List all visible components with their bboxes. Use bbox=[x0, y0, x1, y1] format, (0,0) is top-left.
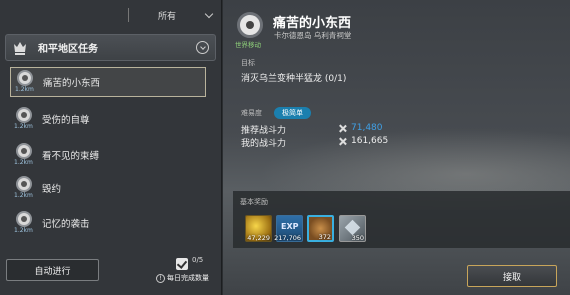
quest-list-panel: 所有 和平地区任务 1.2km 痛苦的小东西 1.2km 受伤的自尊 1.2km… bbox=[0, 0, 222, 295]
quest-distance: 1.2km bbox=[14, 159, 33, 166]
goal-text: 消灭乌兰变种半猛龙 (0/1) bbox=[241, 74, 347, 84]
world-move-tag[interactable]: 世界移动 bbox=[235, 39, 261, 49]
quest-item-3[interactable]: 1.2km 看不见的束缚 bbox=[10, 140, 206, 170]
quest-name: 痛苦的小东西 bbox=[43, 78, 101, 89]
quest-distance: 1.2km bbox=[14, 192, 33, 199]
difficulty-badge: 极简单 bbox=[274, 107, 311, 119]
daily-label-row: ! 每日完成数量 bbox=[156, 273, 209, 283]
quest-name: 看不见的束缚 bbox=[42, 151, 100, 162]
quest-distance: 1.2km bbox=[14, 227, 33, 234]
quest-type-icon: 1.2km bbox=[14, 176, 34, 200]
region-label: 和平地区任务 bbox=[38, 44, 98, 55]
recommended-power-value: 71,480 bbox=[351, 123, 383, 133]
quest-item-4[interactable]: 1.2km 毁约 bbox=[10, 173, 206, 203]
daily-label: 每日完成数量 bbox=[167, 274, 209, 282]
quest-type-icon: 1.2km bbox=[14, 143, 34, 167]
filter-dropdown[interactable]: 所有 bbox=[128, 6, 216, 24]
reward-qty: 350 bbox=[351, 234, 364, 242]
quest-item-1[interactable]: 1.2km 痛苦的小东西 bbox=[10, 67, 206, 97]
my-power-label: 我的战斗力 bbox=[241, 139, 287, 149]
auto-proceed-button[interactable]: 自动进行 bbox=[6, 259, 99, 281]
info-icon: ! bbox=[156, 273, 165, 283]
checkmark-icon bbox=[176, 258, 188, 270]
quest-location: 卡尔德恩岛 乌利青祠堂 bbox=[274, 31, 352, 40]
filter-selected: 所有 bbox=[158, 11, 177, 22]
crown-shield-icon bbox=[14, 41, 26, 55]
quest-item-2[interactable]: 1.2km 受伤的自尊 bbox=[10, 104, 206, 134]
quest-distance: 1.2km bbox=[14, 123, 33, 130]
recommended-power-label: 推荐战斗力 bbox=[241, 126, 287, 136]
swords-icon bbox=[338, 137, 347, 146]
quest-name: 毁约 bbox=[42, 184, 62, 195]
difficulty-label: 难易度 bbox=[241, 109, 262, 117]
region-category-header[interactable]: 和平地区任务 bbox=[5, 34, 216, 61]
difficulty-row: 难易度 极简单 bbox=[241, 107, 311, 119]
quest-detail-panel: 世界移动 痛苦的小东西 卡尔德恩岛 乌利青祠堂 目标 消灭乌兰变种半猛龙 (0/… bbox=[223, 0, 570, 295]
crystal-icon[interactable]: 350 bbox=[339, 215, 366, 242]
exp-icon[interactable]: EXP 217,706 bbox=[274, 215, 303, 242]
goal-label: 目标 bbox=[241, 59, 255, 67]
chevron-down-icon bbox=[199, 43, 206, 50]
quest-name: 受伤的自尊 bbox=[42, 115, 90, 126]
ore-icon[interactable]: 372 bbox=[307, 215, 334, 242]
rewards-label: 基本奖励 bbox=[240, 198, 268, 206]
accept-quest-button[interactable]: 接取 bbox=[467, 265, 557, 287]
divider bbox=[128, 8, 129, 22]
filter-bar: 所有 bbox=[0, 0, 222, 30]
reward-qty: 372 bbox=[318, 233, 331, 241]
quest-distance: 1.2km bbox=[15, 86, 34, 93]
chevron-down-icon bbox=[204, 9, 214, 18]
exp-text: EXP bbox=[281, 222, 299, 231]
quest-type-icon: 1.2km bbox=[14, 107, 34, 131]
rewards-section: 基本奖励 47,229 EXP 217,706 372 350 bbox=[233, 191, 570, 248]
quest-type-icon bbox=[237, 12, 263, 38]
swords-icon bbox=[338, 124, 347, 133]
reward-qty: 47,229 bbox=[247, 234, 270, 242]
my-power-value: 161,665 bbox=[351, 136, 389, 146]
gold-coins-icon[interactable]: 47,229 bbox=[245, 215, 272, 242]
daily-count: 0/5 bbox=[192, 256, 204, 264]
daily-completion[interactable]: 0/5 ! 每日完成数量 bbox=[156, 256, 218, 288]
quest-type-icon: 1.2km bbox=[15, 70, 35, 94]
quest-name: 记忆的袭击 bbox=[42, 219, 90, 230]
quest-item-5[interactable]: 1.2km 记忆的袭击 bbox=[10, 208, 206, 238]
quest-title: 痛苦的小东西 bbox=[273, 16, 352, 31]
quest-type-icon: 1.2km bbox=[14, 211, 34, 235]
reward-qty: 217,706 bbox=[274, 234, 301, 242]
collapse-button[interactable] bbox=[196, 41, 209, 54]
